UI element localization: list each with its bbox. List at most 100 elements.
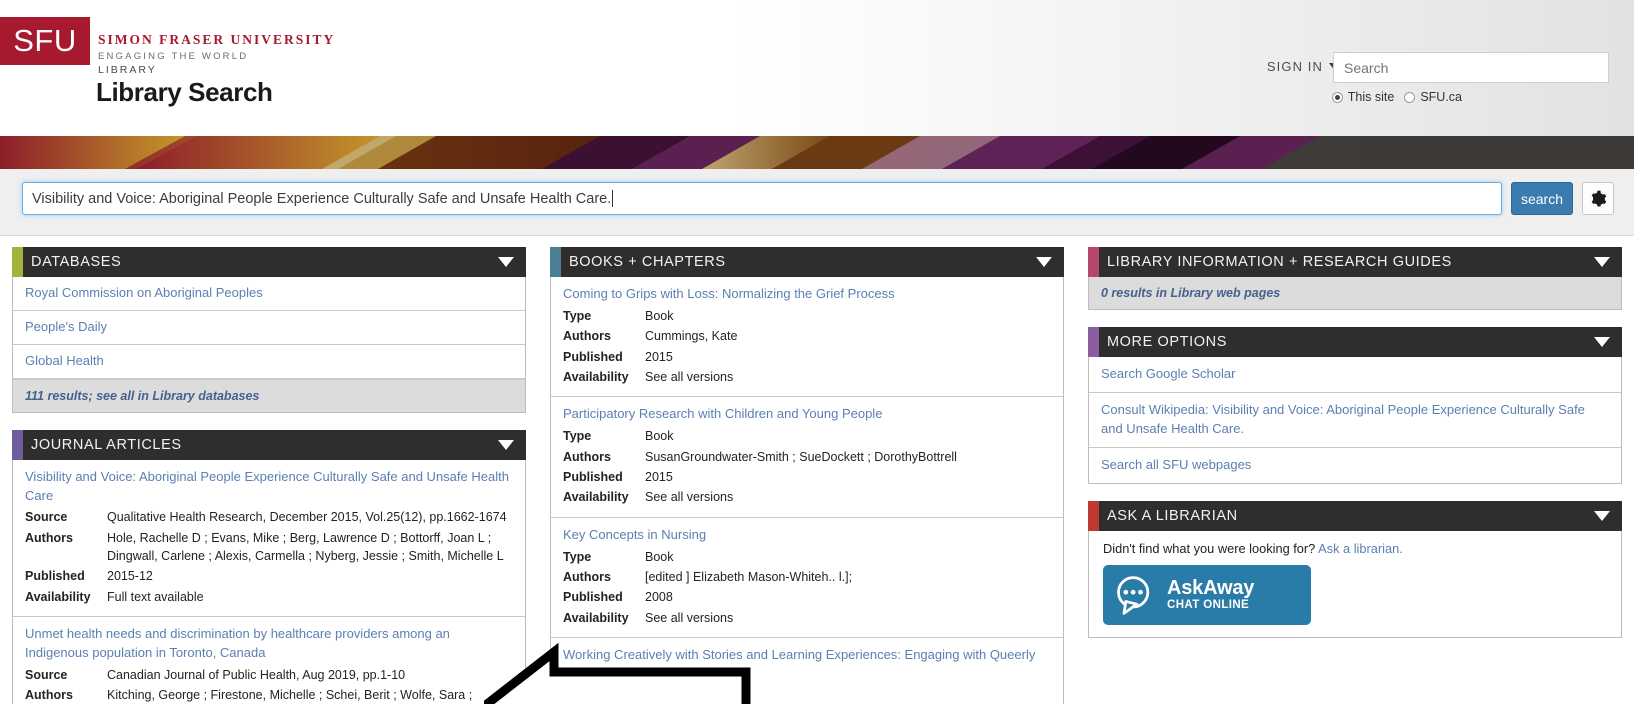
table-row: Authors Kitching, George ; Firestone, Mi… <box>25 685 513 704</box>
meta-label: Published <box>563 590 623 605</box>
table-row: Authors Hole, Rachelle D ; Evans, Mike ;… <box>25 528 513 567</box>
color-strip-graphic <box>0 136 1634 169</box>
table-row: Availability See all versions <box>563 608 1051 628</box>
results-columns: DATABASES Royal Commission on Aboriginal… <box>0 236 1634 704</box>
result-metadata: Type Book Authors SusanGroundwater-Smith… <box>563 426 1051 508</box>
table-row: Published 2015-12 <box>25 566 513 586</box>
panel-library-information-title: LIBRARY INFORMATION + RESEARCH GUIDES <box>1107 254 1452 270</box>
table-row: Published 2015 <box>563 347 1051 367</box>
radio-sfu-ca[interactable] <box>1404 91 1416 103</box>
askaway-subtitle: CHAT ONLINE <box>1167 599 1250 611</box>
panel-accent-bar <box>12 247 23 277</box>
meta-value: Cummings, Kate <box>645 329 738 344</box>
chevron-down-icon[interactable] <box>1594 257 1610 267</box>
databases-summary-link[interactable]: 111 results; see all in Library database… <box>25 387 515 405</box>
list-item[interactable]: Search all SFU webpages <box>1089 448 1621 483</box>
panel-library-information-header[interactable]: LIBRARY INFORMATION + RESEARCH GUIDES <box>1088 247 1622 277</box>
library-label: LIBRARY <box>98 64 157 76</box>
library-info-summary[interactable]: 0 results in Library web pages <box>1089 277 1621 310</box>
ask-a-librarian-link[interactable]: Ask a librarian. <box>1318 541 1403 556</box>
scope-option-this-site[interactable]: This site <box>1331 90 1395 104</box>
list-item[interactable]: Royal Commission on Aboriginal Peoples <box>13 277 525 311</box>
result-title-link[interactable]: Unmet health needs and discrimination by… <box>25 625 513 663</box>
scope-option-sfu-ca[interactable]: SFU.ca <box>1404 90 1462 104</box>
more-option-link-google-scholar[interactable]: Search Google Scholar <box>1101 365 1609 384</box>
askaway-chat-button[interactable]: AskAway CHAT ONLINE <box>1103 564 1311 625</box>
meta-label: Published <box>563 349 623 364</box>
panel-library-information-body: 0 results in Library web pages <box>1088 277 1622 311</box>
chevron-down-icon[interactable] <box>1036 257 1052 267</box>
result-title-link[interactable]: Working Creatively with Stories and Lear… <box>563 646 1051 684</box>
wordmark-tagline: ENGAGING THE WORLD <box>98 51 249 62</box>
list-item[interactable]: Search Google Scholar <box>1089 357 1621 393</box>
meta-label: Authors <box>563 569 611 584</box>
more-option-link-wikipedia[interactable]: Consult Wikipedia: Visibility and Voice:… <box>1101 401 1609 439</box>
meta-label: Authors <box>563 329 611 344</box>
result-title-link[interactable]: Participatory Research with Children and… <box>563 405 1051 424</box>
panel-journal-articles-body: Visibility and Voice: Aboriginal People … <box>12 459 526 704</box>
panel-journal-articles-header[interactable]: JOURNAL ARTICLES <box>12 429 526 460</box>
list-item[interactable]: People's Daily <box>13 311 525 345</box>
panel-journal-articles: JOURNAL ARTICLES Visibility and Voice: A… <box>12 429 526 704</box>
sign-in-label: SIGN IN <box>1266 59 1323 74</box>
result-title-link[interactable]: Key Concepts in Nursing <box>563 526 1051 545</box>
result-title-link[interactable]: Visibility and Voice: Aboriginal People … <box>25 468 513 506</box>
panel-ask-a-librarian-header[interactable]: ASK A LIBRARIAN <box>1088 500 1622 531</box>
meta-label: Type <box>563 429 592 444</box>
radio-this-site[interactable] <box>1331 91 1343 103</box>
ask-librarian-content: Didn't find what you were looking for? A… <box>1089 531 1621 637</box>
table-row: Type Book <box>563 426 1051 446</box>
site-search-box[interactable] <box>1333 52 1609 83</box>
sign-in-menu[interactable]: SIGN IN <box>1267 59 1341 74</box>
site-search-input[interactable] <box>1342 56 1600 79</box>
chevron-down-icon[interactable] <box>1594 337 1610 348</box>
meta-value: See all versions <box>645 610 734 625</box>
chevron-down-icon[interactable] <box>1594 510 1610 521</box>
panel-more-options-header[interactable]: MORE OPTIONS <box>1088 327 1622 358</box>
panel-journal-articles-title: JOURNAL ARTICLES <box>31 436 182 453</box>
sfu-logo[interactable]: SFU <box>0 17 90 65</box>
meta-value: SusanGroundwater-Smith ; SueDockett ; Do… <box>645 449 957 464</box>
meta-label: Authors <box>563 449 611 464</box>
chevron-down-icon[interactable] <box>498 257 514 267</box>
wordmark-university-name: SIMON FRASER UNIVERSITY <box>98 32 336 47</box>
text-cursor <box>612 190 614 207</box>
database-link[interactable]: Global Health <box>25 352 515 371</box>
list-item[interactable]: Consult Wikipedia: Visibility and Voice:… <box>1089 393 1621 448</box>
panel-accent-bar <box>1088 327 1099 358</box>
result-title-link[interactable]: Coming to Grips with Loss: Normalizing t… <box>563 285 1051 304</box>
meta-label: Availability <box>563 610 629 625</box>
panel-databases-header[interactable]: DATABASES <box>12 247 526 277</box>
database-link[interactable]: Royal Commission on Aboriginal Peoples <box>25 284 515 303</box>
result-metadata: Type Book <box>563 686 1051 704</box>
meta-value: Full text available <box>107 589 204 604</box>
database-link[interactable]: People's Daily <box>25 318 515 337</box>
panel-more-options-title: MORE OPTIONS <box>1107 334 1227 351</box>
column-right: LIBRARY INFORMATION + RESEARCH GUIDES 0 … <box>1076 247 1634 704</box>
panel-ask-a-librarian-body: Didn't find what you were looking for? A… <box>1088 530 1622 638</box>
result-metadata: Source Qualitative Health Research, Dece… <box>25 507 513 607</box>
scope-label-sfu-ca: SFU.ca <box>1420 90 1462 104</box>
panel-books-chapters-body: Coming to Grips with Loss: Normalizing t… <box>550 277 1064 704</box>
main-search-input[interactable]: Visibility and Voice: Aboriginal People … <box>22 182 1502 215</box>
list-item[interactable]: Global Health <box>13 345 525 379</box>
settings-button[interactable] <box>1582 182 1614 215</box>
scope-label-this-site: This site <box>1347 90 1395 104</box>
meta-label: Availability <box>25 589 91 604</box>
more-option-link-sfu-webpages[interactable]: Search all SFU webpages <box>1101 456 1609 475</box>
search-button[interactable]: search <box>1511 182 1573 215</box>
chevron-down-icon[interactable] <box>498 439 514 450</box>
meta-value: [edited ] Elizabeth Mason-Whiteh.. l.]; <box>645 569 853 584</box>
result-item: Key Concepts in Nursing Type Book Author… <box>551 518 1063 639</box>
meta-value: Book <box>645 688 674 703</box>
library-info-summary-link[interactable]: 0 results in Library web pages <box>1101 284 1611 302</box>
panel-ask-a-librarian-title: ASK A LIBRARIAN <box>1107 507 1238 524</box>
table-row: Availability Full text available <box>25 587 513 607</box>
databases-results-summary[interactable]: 111 results; see all in Library database… <box>13 378 525 412</box>
panel-books-chapters-header[interactable]: BOOKS + CHAPTERS <box>550 247 1064 277</box>
meta-value: Book <box>645 429 674 444</box>
result-item: Unmet health needs and discrimination by… <box>13 617 525 704</box>
meta-label: Source <box>25 510 68 525</box>
meta-value: See all versions <box>645 490 734 505</box>
meta-label: Availability <box>563 490 629 505</box>
